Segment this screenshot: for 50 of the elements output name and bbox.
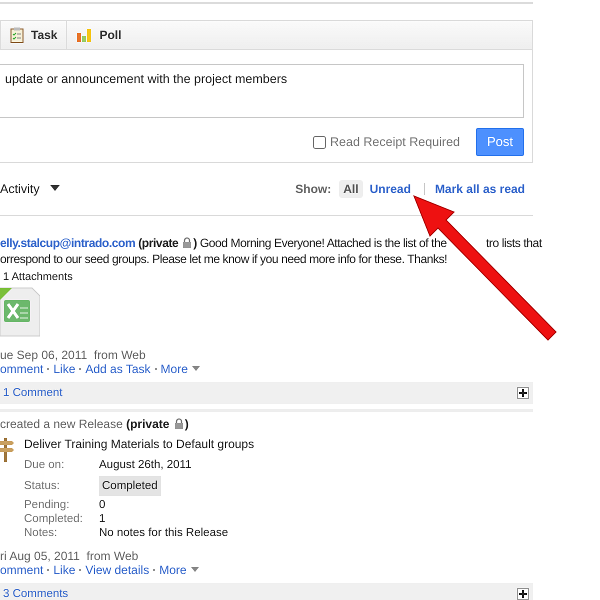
field-value: 0	[99, 498, 106, 512]
expand-button[interactable]	[517, 588, 529, 600]
mark-all-read-link[interactable]: Mark all as read	[430, 180, 529, 198]
post-button[interactable]: Post	[476, 128, 524, 156]
status-badge: Completed	[99, 476, 161, 496]
filter-option[interactable]: All	[339, 180, 363, 198]
post-text: elly.stalcup@intrado.com (private ) Good Morning Everyone! Attached is the list of the tro lists that orrespond to our seed groups. Please let me know if you need more info for these. Thanks!	[0, 235, 544, 267]
attachments-label: 1 Attachments	[3, 270, 74, 284]
field-value: August 26th, 2011	[99, 458, 192, 472]
post-date: ri Aug 05, 2011 from Web	[0, 549, 140, 563]
action-link[interactable]: omment	[0, 362, 44, 376]
caret-icon	[192, 366, 200, 371]
field-value: No notes for this Release	[99, 526, 228, 540]
action-link[interactable]: Like	[53, 563, 76, 577]
comments-link[interactable]: 3 Comments	[3, 587, 68, 600]
message-field[interactable]: update or announcement with the project members	[0, 64, 524, 118]
composer-tab[interactable]: Task	[0, 21, 66, 49]
field-label: Notes:	[24, 526, 58, 540]
caret-icon	[190, 567, 199, 572]
field-value: 1	[99, 512, 106, 526]
expand-button[interactable]	[517, 387, 529, 399]
post-text: created a new Release (private )	[0, 416, 190, 432]
post-date: ue Sep 06, 2011 from Web	[0, 348, 147, 362]
clipboard-icon	[10, 27, 24, 43]
show-label: Show:	[295, 182, 332, 196]
plus-icon	[519, 389, 527, 397]
action-link[interactable]: More	[160, 362, 200, 376]
action-link[interactable]: More	[159, 563, 199, 577]
bar-chart-icon	[76, 28, 92, 42]
caret-icon	[50, 185, 60, 191]
read-receipt-label: Read Receipt Required	[330, 135, 460, 149]
field-label: Pending:	[24, 498, 70, 512]
release-title: Deliver Training Materials to Default groups	[24, 436, 254, 452]
action-link[interactable]: Like	[53, 362, 76, 376]
plus-icon	[519, 590, 527, 598]
action-link[interactable]: View details	[85, 563, 150, 577]
field-label: Due on:	[24, 458, 66, 472]
lock-icon	[182, 237, 192, 248]
field-label: Status:	[24, 479, 61, 493]
activity-filter[interactable]: Activity	[0, 182, 60, 196]
action-link[interactable]: omment	[0, 563, 44, 577]
comments-link[interactable]: 1 Comment	[3, 386, 62, 400]
composer-tab[interactable]: Poll	[66, 21, 130, 49]
author-link[interactable]: elly.stalcup@intrado.com	[0, 236, 136, 250]
filter-option[interactable]: Unread	[366, 180, 415, 198]
field-label: Completed:	[24, 512, 84, 526]
action-link[interactable]: Add as Task	[85, 362, 151, 376]
signpost-icon	[0, 436, 14, 462]
checkbox[interactable]	[313, 136, 326, 148]
lock-icon	[174, 418, 184, 429]
